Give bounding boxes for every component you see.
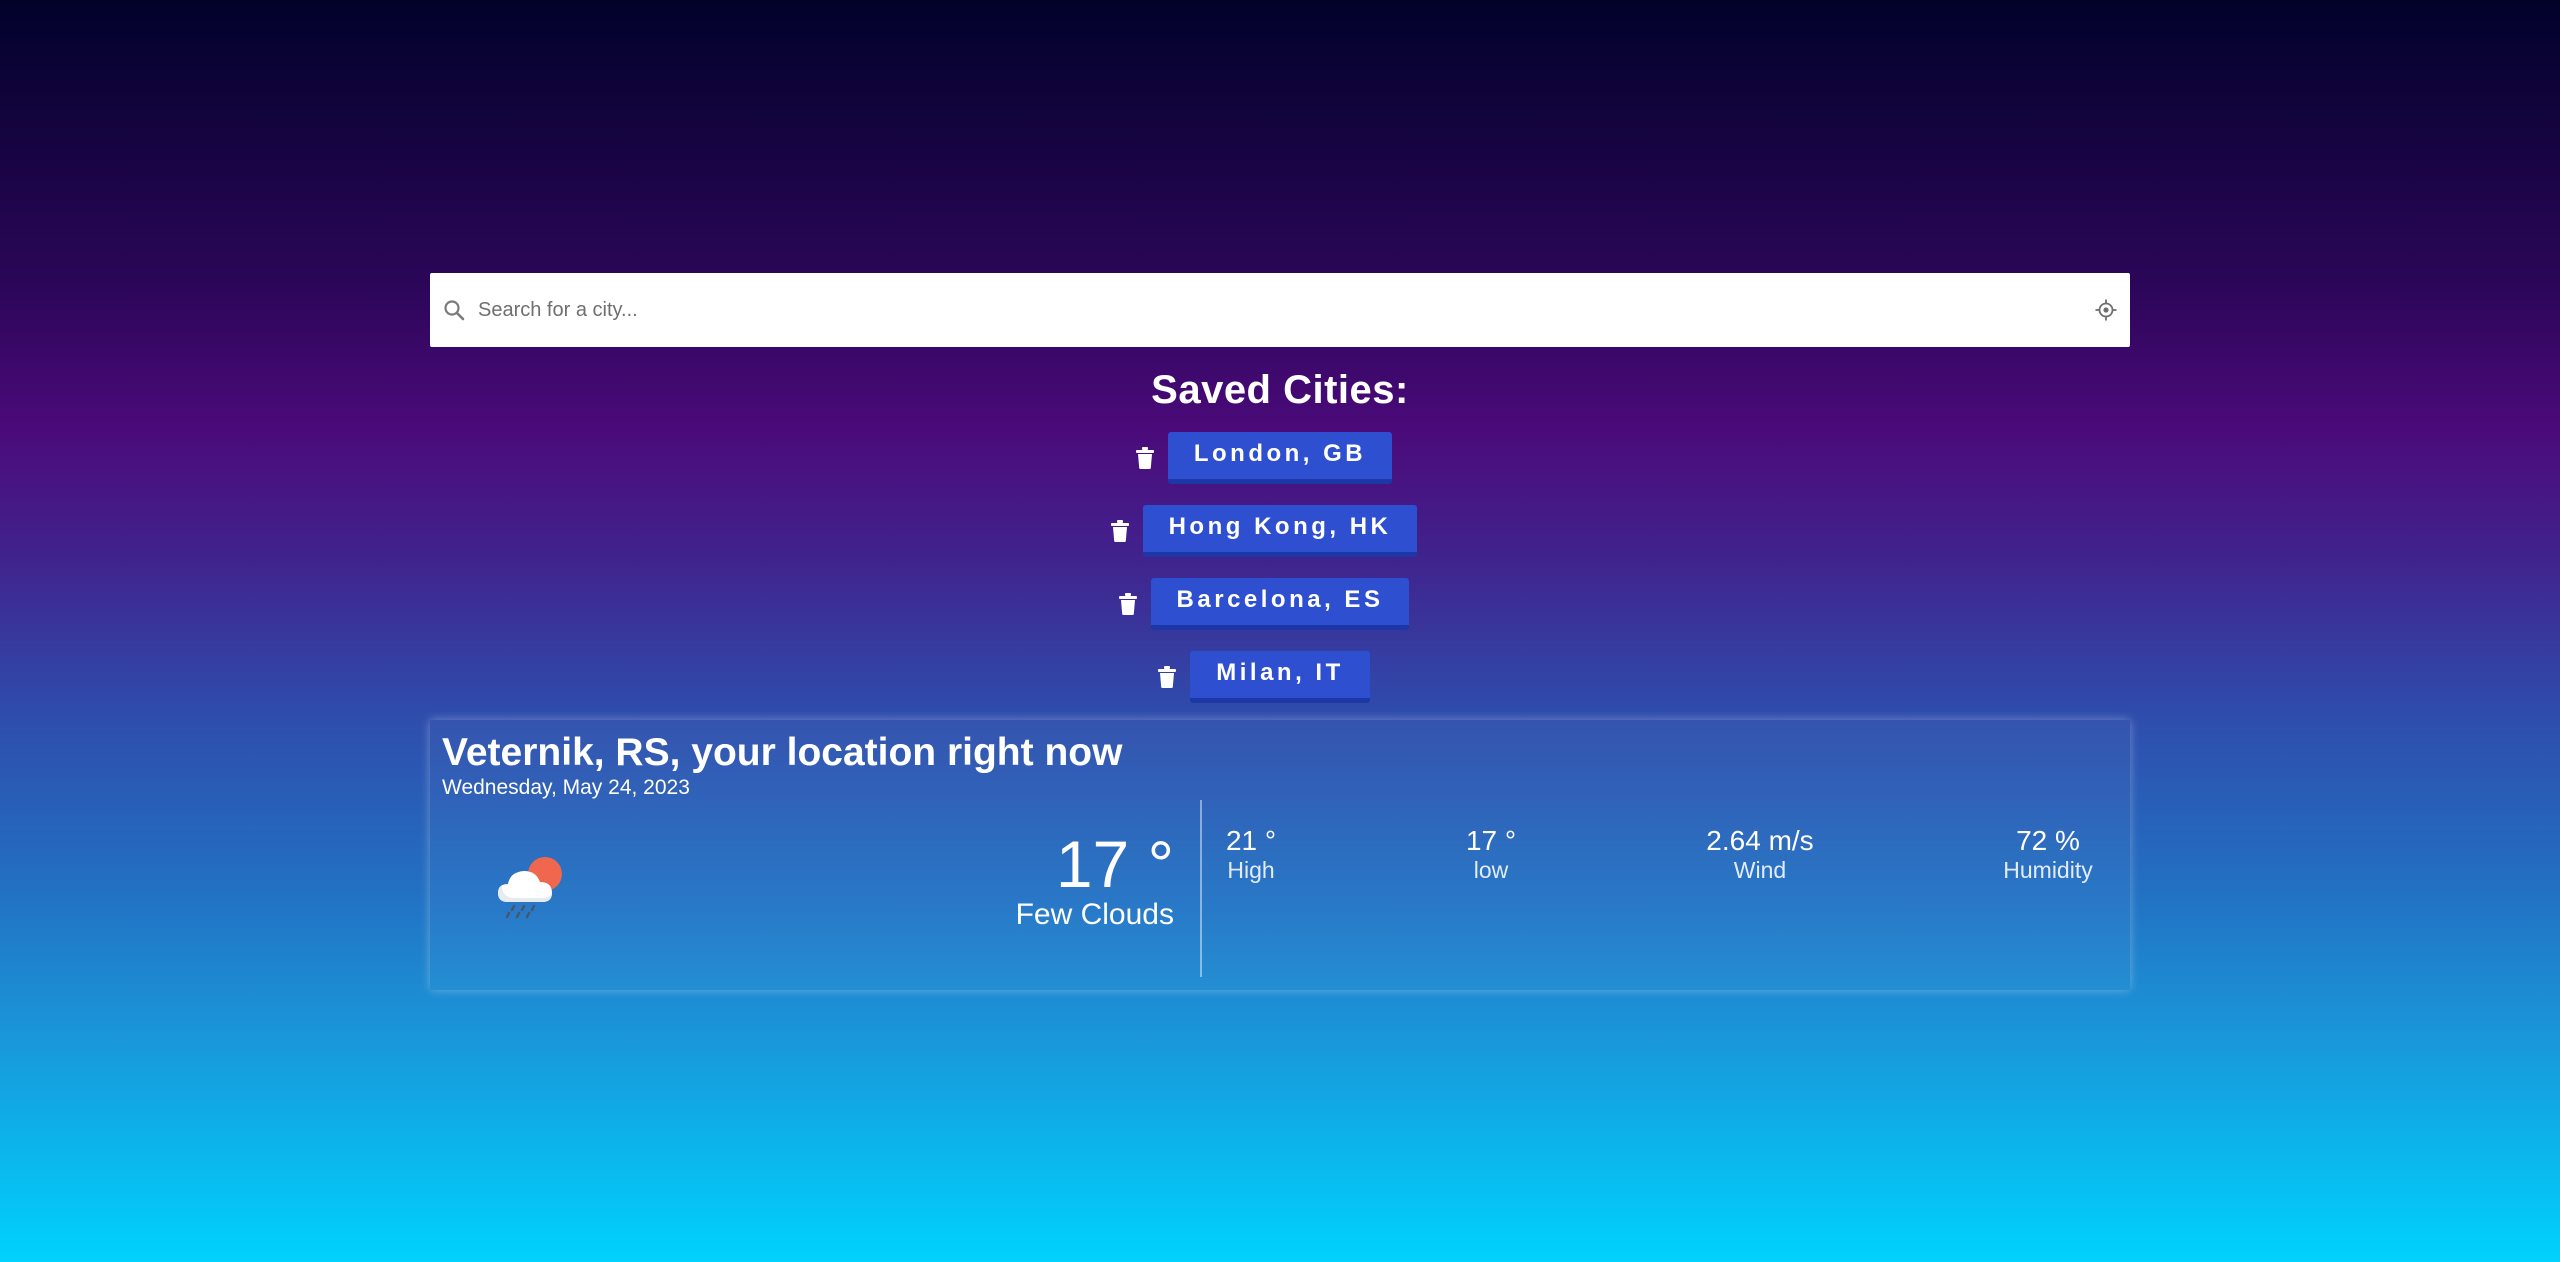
stat-label: low	[1473, 857, 1509, 883]
search-bar	[430, 273, 2130, 347]
trash-icon[interactable]	[1110, 520, 1129, 542]
search-input[interactable]	[478, 273, 2068, 347]
search-icon	[444, 300, 465, 321]
trash-icon[interactable]	[1118, 593, 1137, 615]
stat-value: 21 °	[1225, 825, 1277, 856]
saved-city-button-milan[interactable]: Milan, IT	[1190, 651, 1370, 703]
saved-city-item: Hong Kong, HK	[1110, 505, 1418, 557]
current-weather-card: Veternik, RS, your location right now We…	[430, 720, 2130, 990]
current-date: Wednesday, May 24, 2023	[442, 776, 690, 799]
saved-city-button-london[interactable]: London, GB	[1167, 432, 1393, 484]
stat-humidity: 72 % Humidity	[2003, 826, 2092, 884]
card-divider	[1200, 800, 1202, 977]
saved-city-row: Milan, IT	[0, 651, 2560, 703]
stat-label: High	[1227, 857, 1275, 883]
cloud-rain-sun-icon	[498, 857, 562, 919]
saved-city-item: London, GB	[1135, 432, 1393, 484]
stat-wind: 2.64 m/s Wind	[1706, 826, 1813, 884]
stat-value: 17 °	[1465, 825, 1517, 856]
location-title: Veternik, RS, your location right now	[442, 731, 1123, 774]
location-crosshair-icon[interactable]	[2094, 298, 2118, 322]
stat-high: 21 ° High	[1226, 826, 1276, 884]
saved-city-button-hong-kong[interactable]: Hong Kong, HK	[1142, 505, 1418, 557]
current-temperature: 17 °	[1055, 827, 1174, 901]
saved-city-row: Hong Kong, HK	[0, 505, 2560, 557]
saved-city-item: Barcelona, ES	[1118, 578, 1410, 630]
weather-condition: Few Clouds	[1015, 898, 1174, 931]
stat-label: Wind	[1733, 857, 1787, 883]
saved-cities-title: Saved Cities:	[1151, 368, 1409, 412]
stat-value: 72 %	[2016, 825, 2080, 856]
saved-city-item: Milan, IT	[1158, 651, 1370, 703]
stat-low: 17 ° low	[1466, 826, 1516, 884]
saved-city-button-barcelona[interactable]: Barcelona, ES	[1150, 578, 1410, 630]
trash-icon[interactable]	[1135, 447, 1154, 469]
saved-city-row: London, GB	[0, 432, 2560, 484]
stat-label: Humidity	[2003, 857, 2093, 883]
stat-value: 2.64 m/s	[1706, 825, 1814, 856]
trash-icon[interactable]	[1158, 666, 1177, 688]
saved-city-row: Barcelona, ES	[0, 578, 2560, 630]
